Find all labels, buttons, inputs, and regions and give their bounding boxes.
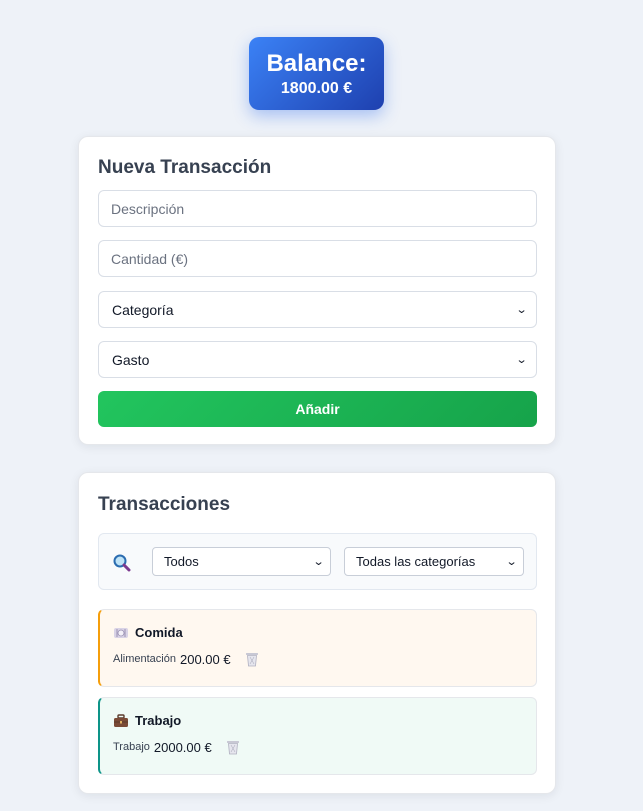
transactions-title: Transacciones	[98, 494, 231, 515]
category-filter-value: Todas las categorías	[356, 554, 476, 569]
transactions-card: Transacciones Todos ⌄ Todas las categorí…	[78, 472, 556, 794]
transaction-amount: 200.00 €	[179, 651, 231, 667]
transaction-category: Trabajo	[113, 741, 150, 753]
category-select[interactable]: Categoría ⌄	[98, 291, 537, 328]
briefcase-icon	[114, 713, 128, 727]
chevron-down-icon: ⌄	[515, 354, 528, 366]
transaction-item: Comida Alimentación 200.00 €	[98, 609, 537, 687]
transaction-name: Trabajo	[135, 713, 182, 728]
description-placeholder: Descripción	[111, 200, 185, 217]
new-transaction-card: Nueva Transacción Descripción Cantidad (…	[78, 136, 556, 445]
chevron-down-icon: ⌄	[505, 556, 518, 568]
transaction-category: Alimentación	[113, 653, 176, 665]
chevron-down-icon: ⌄	[515, 304, 528, 316]
category-select-value: Categoría	[112, 301, 174, 318]
amount-input[interactable]: Cantidad (€)	[98, 240, 537, 277]
category-filter-select[interactable]: Todas las categorías ⌄	[344, 547, 524, 576]
amount-placeholder: Cantidad (€)	[111, 250, 189, 267]
type-filter-select[interactable]: Todos ⌄	[152, 547, 331, 576]
filter-bar: Todos ⌄ Todas las categorías ⌄	[98, 533, 537, 590]
type-select[interactable]: Gasto ⌄	[98, 341, 537, 378]
trash-icon[interactable]	[244, 651, 260, 667]
transaction-item: Trabajo Trabajo 2000.00 €	[98, 697, 537, 775]
balance-title: Balance:	[266, 50, 367, 77]
type-filter-value: Todos	[164, 554, 199, 569]
trash-icon[interactable]	[225, 739, 241, 755]
balance-amount: 1800.00 €	[280, 80, 353, 97]
description-input[interactable]: Descripción	[98, 190, 537, 227]
balance-card: Balance: 1800.00 €	[249, 37, 384, 110]
transaction-name: Comida	[135, 625, 183, 640]
form-title: Nueva Transacción	[98, 157, 272, 178]
transaction-amount: 2000.00 €	[153, 739, 212, 755]
add-button[interactable]: Añadir	[98, 391, 537, 427]
search-icon	[113, 554, 131, 572]
plate-icon	[114, 627, 128, 638]
chevron-down-icon: ⌄	[312, 556, 325, 568]
type-select-value: Gasto	[112, 351, 150, 368]
